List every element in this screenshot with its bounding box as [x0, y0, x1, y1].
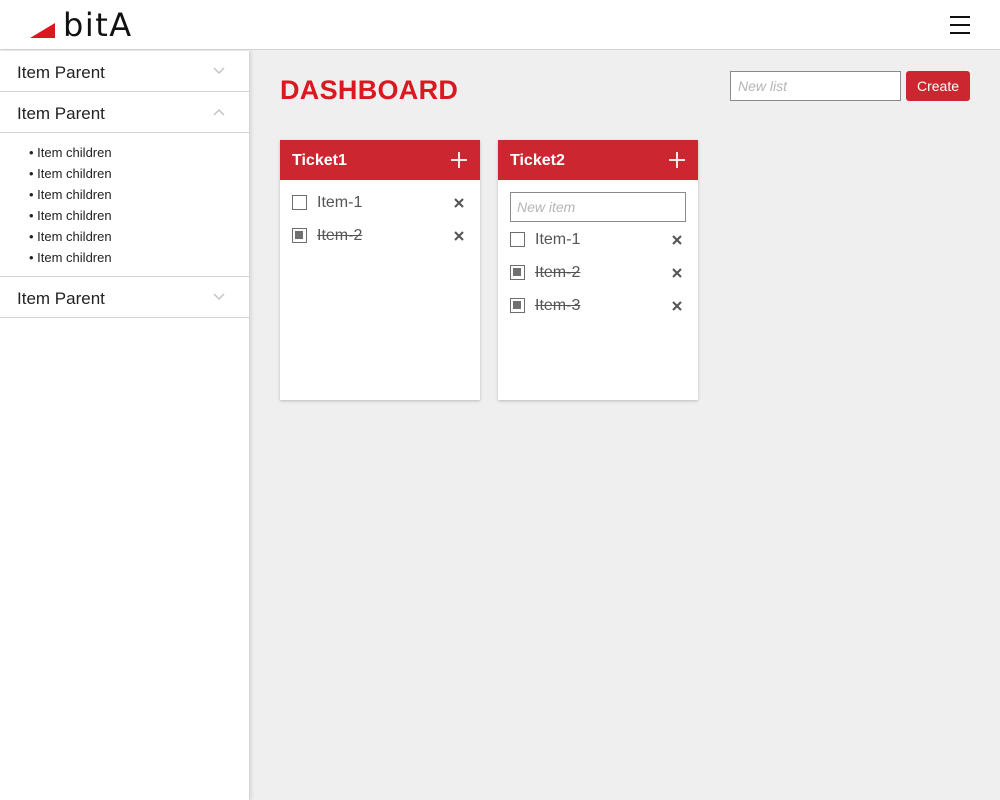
close-icon[interactable] [671, 300, 683, 312]
todo-label: Item-3 [535, 297, 581, 314]
page-title: DASHBOARD [280, 75, 459, 105]
sidebar-child-item[interactable]: • Item children [0, 247, 249, 268]
ticket-header: Ticket2 [498, 140, 698, 180]
sidebar-item-label: Item Parent [17, 289, 105, 308]
sidebar: Item Parent Item Parent • Item children … [0, 51, 250, 800]
brand-logo[interactable]: bitA [30, 9, 133, 41]
todo-checkbox[interactable] [292, 195, 307, 210]
plus-icon[interactable] [668, 151, 686, 169]
chevron-down-icon [213, 67, 225, 75]
sidebar-item-parent-3[interactable]: Item Parent [0, 277, 249, 318]
close-icon[interactable] [671, 234, 683, 246]
sidebar-item-label: Item Parent [17, 104, 105, 123]
close-icon[interactable] [453, 197, 465, 209]
todo-item: Item-2 [510, 262, 686, 295]
logo-triangle-icon [30, 23, 55, 38]
ticket-title: Ticket1 [292, 152, 347, 169]
todo-item: Item-2 [292, 225, 468, 258]
chevron-up-icon [213, 108, 225, 116]
ticket-body: Item-1 Item-2 Item-3 [498, 180, 698, 328]
todo-checkbox[interactable] [510, 265, 525, 280]
top-bar: bitA [0, 0, 1000, 50]
new-item-input[interactable] [510, 192, 686, 222]
close-icon[interactable] [453, 230, 465, 242]
todo-item: Item-3 [510, 295, 686, 328]
todo-item: Item-1 [510, 229, 686, 262]
sidebar-children-list: • Item children • Item children • Item c… [0, 133, 249, 277]
sidebar-child-item[interactable]: • Item children [0, 205, 249, 226]
todo-checkbox[interactable] [510, 298, 525, 313]
sidebar-child-item[interactable]: • Item children [0, 184, 249, 205]
hamburger-menu-icon[interactable] [950, 16, 970, 34]
sidebar-child-item[interactable]: • Item children [0, 163, 249, 184]
todo-checkbox[interactable] [292, 228, 307, 243]
chevron-down-icon [213, 293, 225, 301]
todo-label: Item-2 [317, 227, 363, 244]
todo-item: Item-1 [292, 192, 468, 225]
todo-label: Item-1 [535, 231, 581, 248]
todo-label: Item-1 [317, 194, 363, 211]
ticket-card: Ticket1 Item-1 Item-2 [280, 140, 480, 400]
ticket-header: Ticket1 [280, 140, 480, 180]
ticket-card: Ticket2 Item-1 Item-2 Item-3 [498, 140, 698, 400]
sidebar-item-parent-1[interactable]: Item Parent [0, 51, 249, 92]
todo-checkbox[interactable] [510, 232, 525, 247]
todo-label: Item-2 [535, 264, 581, 281]
ticket-body: Item-1 Item-2 [280, 180, 480, 258]
create-button[interactable]: Create [906, 71, 970, 101]
sidebar-child-item[interactable]: • Item children [0, 226, 249, 247]
plus-icon[interactable] [450, 151, 468, 169]
sidebar-item-label: Item Parent [17, 63, 105, 82]
close-icon[interactable] [671, 267, 683, 279]
sidebar-child-item[interactable]: • Item children [0, 142, 249, 163]
new-list-input[interactable] [730, 71, 901, 101]
brand-name: bitA [63, 6, 133, 44]
ticket-title: Ticket2 [510, 152, 565, 169]
sidebar-item-parent-2[interactable]: Item Parent [0, 92, 249, 133]
